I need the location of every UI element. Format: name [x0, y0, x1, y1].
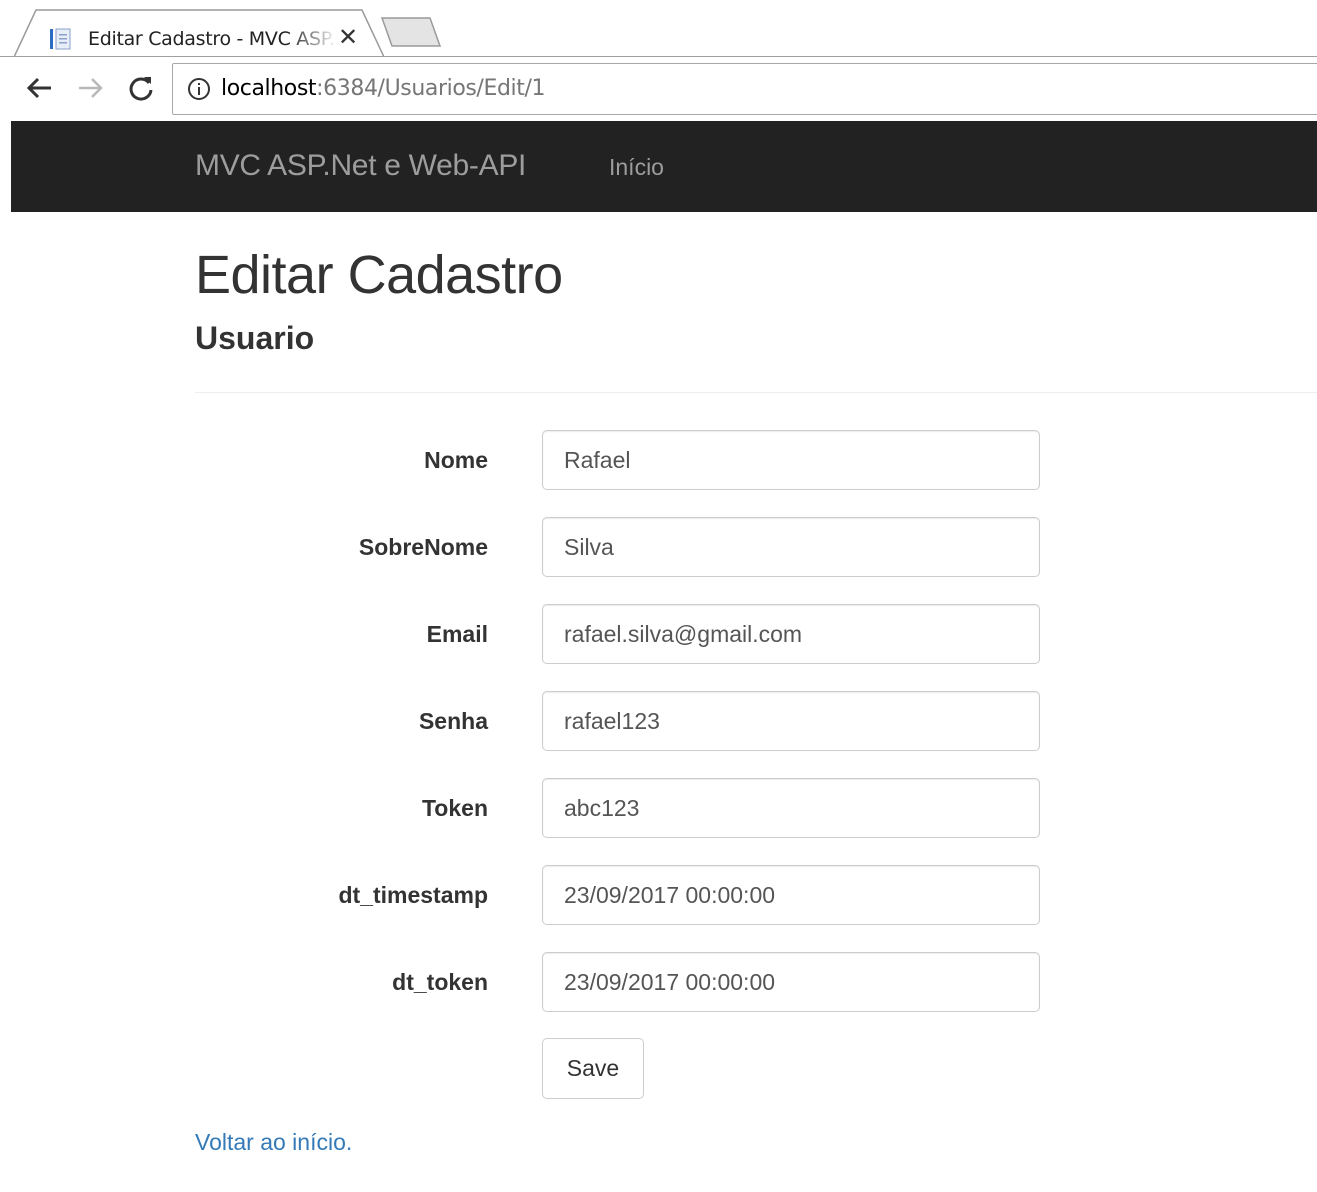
field-label-token: Token — [421, 795, 488, 821]
field-label-dt-token: dt_token — [392, 969, 488, 995]
save-button[interactable]: Save — [542, 1038, 644, 1099]
form-row-nome: Nome — [195, 430, 1055, 490]
back-button[interactable] — [22, 71, 56, 105]
page-subtitle: Usuario — [195, 320, 315, 356]
field-label-nome: Nome — [424, 447, 488, 473]
back-to-home-link[interactable]: Voltar ao início. — [195, 1129, 352, 1156]
form-row-dt-timestamp: dt_timestamp — [195, 865, 1055, 925]
divider — [195, 392, 1317, 393]
url-text[interactable]: localhost:6384/Usuarios/Edit/1 — [221, 76, 545, 101]
field-label-email: Email — [426, 621, 488, 647]
url-host: localhost — [221, 76, 317, 101]
page-title: Editar Cadastro — [195, 245, 563, 305]
page-favicon-icon — [50, 27, 72, 51]
tab-title: Editar Cadastro - MVC ASP.Net e Web-API — [88, 28, 338, 50]
navbar-brand[interactable]: MVC ASP.Net e Web-API — [195, 149, 526, 183]
dt-timestamp-input[interactable] — [542, 865, 1040, 925]
form-row-token: Token — [195, 778, 1055, 838]
form-row-email: Email — [195, 604, 1055, 664]
info-icon[interactable] — [187, 77, 211, 101]
form-row-dt-token: dt_token — [195, 952, 1055, 1012]
nav-link-home[interactable]: Início — [609, 154, 664, 181]
form-row-sobrenome: SobreNome — [195, 517, 1055, 577]
browser-tab[interactable]: Editar Cadastro - MVC ASP.Net e Web-API … — [14, 8, 384, 58]
field-label-sobrenome: SobreNome — [358, 534, 488, 560]
forward-arrow-icon — [79, 78, 103, 98]
new-tab-button[interactable] — [380, 16, 442, 48]
email-input[interactable] — [542, 604, 1040, 664]
reload-icon — [129, 77, 153, 101]
field-label-senha: Senha — [418, 708, 488, 734]
reload-button[interactable] — [124, 71, 158, 105]
browser-tabstrip: Editar Cadastro - MVC ASP.Net e Web-API … — [0, 0, 1317, 58]
back-arrow-icon — [26, 77, 51, 99]
token-input[interactable] — [542, 778, 1040, 838]
address-bar[interactable]: localhost:6384/Usuarios/Edit/1 — [172, 63, 1317, 115]
form-row-senha: Senha — [195, 691, 1055, 751]
field-label-dt-timestamp: dt_timestamp — [338, 882, 488, 908]
url-path: :6384/Usuarios/Edit/1 — [316, 76, 546, 101]
nome-input[interactable] — [542, 430, 1040, 490]
tab-close-icon[interactable]: ✕ — [336, 23, 360, 53]
forward-button[interactable] — [74, 71, 108, 105]
site-navbar: MVC ASP.Net e Web-API Início — [11, 121, 1317, 212]
sobrenome-input[interactable] — [542, 517, 1040, 577]
senha-input[interactable] — [542, 691, 1040, 751]
dt-token-input[interactable] — [542, 952, 1040, 1012]
browser-toolbar: localhost:6384/Usuarios/Edit/1 — [0, 57, 1317, 121]
